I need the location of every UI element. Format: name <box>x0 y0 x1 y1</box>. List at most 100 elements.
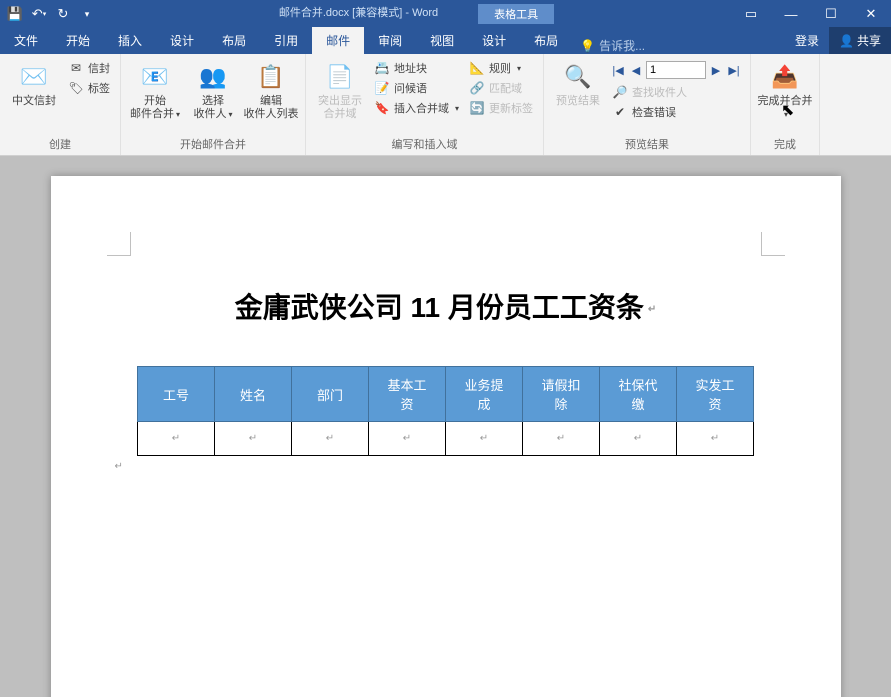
minimize-button[interactable]: — <box>771 0 811 28</box>
table-header[interactable]: 姓名 <box>215 367 292 422</box>
paragraph-mark: ↵ <box>115 461 123 472</box>
finish-icon: 📤 <box>769 61 801 93</box>
record-number-input[interactable] <box>646 61 706 79</box>
envelope-button[interactable]: ✉ 信封 <box>64 59 114 77</box>
group-label-write: 编写和插入域 <box>312 134 537 155</box>
table-header[interactable]: 部门 <box>292 367 369 422</box>
login-button[interactable]: 登录 <box>785 27 829 54</box>
field-icon: 🔖 <box>374 100 390 116</box>
prev-record-button[interactable]: ◀ <box>628 61 644 79</box>
recipients-icon: 👥 <box>197 61 229 93</box>
envelope-icon: ✉️ <box>18 61 50 93</box>
save-button[interactable]: 💾 <box>4 3 26 25</box>
document-title: 邮件合并.docx [兼容模式] - Word <box>279 4 438 24</box>
tell-me-search[interactable]: 💡 告诉我... <box>572 37 653 54</box>
rules-icon: 📐 <box>469 60 485 76</box>
close-button[interactable]: ✕ <box>851 0 891 28</box>
redo-button[interactable]: ↻ <box>52 3 74 25</box>
lightbulb-icon: 💡 <box>580 39 595 53</box>
tab-table-layout[interactable]: 布局 <box>520 27 572 54</box>
share-button[interactable]: 👤 共享 <box>829 27 891 54</box>
group-label-preview: 预览结果 <box>550 134 744 155</box>
last-record-button[interactable]: ▶| <box>726 61 742 79</box>
edit-list-icon: 📋 <box>255 61 287 93</box>
tab-insert[interactable]: 插入 <box>104 27 156 54</box>
ribbon-tabs: 文件 开始 插入 设计 布局 引用 邮件 审阅 视图 设计 布局 💡 告诉我..… <box>0 28 891 54</box>
group-write-fields: 📄 突出显示合并域 📇 地址块 📝 问候语 🔖 插入合并域▾ <box>306 54 544 155</box>
tab-table-design[interactable]: 设计 <box>468 27 520 54</box>
table-cell[interactable]: ↵ <box>138 422 215 456</box>
mail-merge-icon: 📧 <box>139 61 171 93</box>
tab-mailings[interactable]: 邮件 <box>312 27 364 54</box>
table-tools-context: 表格工具 <box>478 4 554 24</box>
table-row: ↵ ↵ ↵ ↵ ↵ ↵ ↵ ↵ <box>138 422 754 456</box>
preview-results-button[interactable]: 🔍 预览结果 <box>550 57 606 108</box>
group-finish: 📤 完成并合并▾ 完成 ⬉ <box>751 54 820 155</box>
tab-view[interactable]: 视图 <box>416 27 468 54</box>
group-start-merge: 📧 开始邮件合并▾ 👥 选择收件人▾ 📋 编辑收件人列表 开始邮件合并 <box>121 54 306 155</box>
table-header[interactable]: 请假扣除 <box>523 367 600 422</box>
tab-home[interactable]: 开始 <box>52 27 104 54</box>
table-cell[interactable]: ↵ <box>523 422 600 456</box>
undo-button[interactable]: ↶▾ <box>28 3 50 25</box>
record-navigation: |◀ ◀ ▶ ▶| <box>608 59 744 81</box>
group-label-start: 开始邮件合并 <box>127 134 299 155</box>
greeting-line-button[interactable]: 📝 问候语 <box>370 79 463 97</box>
table-header[interactable]: 实发工资 <box>677 367 754 422</box>
label-icon: 🏷 <box>68 80 84 96</box>
margin-corner-tl <box>107 232 131 256</box>
edit-recipients-button[interactable]: 📋 编辑收件人列表 <box>243 57 299 121</box>
group-label-create: 创建 <box>6 134 114 155</box>
title-bar: 💾 ↶▾ ↻ ▾ 邮件合并.docx [兼容模式] - Word 表格工具 ▭ … <box>0 0 891 28</box>
first-record-button[interactable]: |◀ <box>610 61 626 79</box>
table-header[interactable]: 社保代缴 <box>600 367 677 422</box>
window-controls: ▭ — ☐ ✕ <box>731 0 891 28</box>
table-header[interactable]: 工号 <box>138 367 215 422</box>
insert-merge-field-button[interactable]: 🔖 插入合并域▾ <box>370 99 463 117</box>
match-icon: 🔗 <box>469 80 485 96</box>
tab-references[interactable]: 引用 <box>260 27 312 54</box>
table-cell[interactable]: ↵ <box>215 422 292 456</box>
tab-layout[interactable]: 布局 <box>208 27 260 54</box>
group-label-finish: 完成 <box>757 134 813 155</box>
address-block-button[interactable]: 📇 地址块 <box>370 59 463 77</box>
maximize-button[interactable]: ☐ <box>811 0 851 28</box>
start-mail-merge-button[interactable]: 📧 开始邮件合并▾ <box>127 57 183 121</box>
salary-table[interactable]: 工号 姓名 部门 基本工资 业务提成 请假扣除 社保代缴 实发工资 ↵ ↵ ↵ … <box>137 366 754 456</box>
document-heading: 金庸武侠公司 11 月份员工工资条 <box>111 286 781 326</box>
tab-file[interactable]: 文件 <box>0 27 52 54</box>
table-cell[interactable]: ↵ <box>446 422 523 456</box>
select-recipients-button[interactable]: 👥 选择收件人▾ <box>185 57 241 121</box>
quick-access-toolbar: 💾 ↶▾ ↻ ▾ <box>0 3 102 25</box>
tab-review[interactable]: 审阅 <box>364 27 416 54</box>
check-icon: ✔ <box>612 104 628 120</box>
table-header[interactable]: 业务提成 <box>446 367 523 422</box>
rules-button[interactable]: 📐 规则▾ <box>465 59 537 77</box>
update-labels-button[interactable]: 🔄 更新标签 <box>465 99 537 117</box>
chinese-envelope-button[interactable]: ✉️ 中文信封 <box>6 57 62 108</box>
label-button[interactable]: 🏷 标签 <box>64 79 114 97</box>
document-area[interactable]: 金庸武侠公司 11 月份员工工资条 工号 姓名 部门 基本工资 业务提成 请假扣… <box>0 156 891 697</box>
finish-merge-button[interactable]: 📤 完成并合并▾ <box>757 57 813 121</box>
group-preview: 🔍 预览结果 |◀ ◀ ▶ ▶| 🔎 查找收件人 ✔ 检查错误 <box>544 54 751 155</box>
match-fields-button[interactable]: 🔗 匹配域 <box>465 79 537 97</box>
ribbon-display-options[interactable]: ▭ <box>731 0 771 28</box>
highlight-fields-button[interactable]: 📄 突出显示合并域 <box>312 57 368 121</box>
next-record-button[interactable]: ▶ <box>708 61 724 79</box>
highlight-icon: 📄 <box>324 61 356 93</box>
table-cell[interactable]: ↵ <box>292 422 369 456</box>
table-cell[interactable]: ↵ <box>600 422 677 456</box>
address-icon: 📇 <box>374 60 390 76</box>
check-errors-button[interactable]: ✔ 检查错误 <box>608 103 744 121</box>
person-icon: 👤 <box>839 34 854 48</box>
ribbon: ✉️ 中文信封 ✉ 信封 🏷 标签 创建 📧 开始邮件合并▾ <box>0 54 891 156</box>
tab-design[interactable]: 设计 <box>156 27 208 54</box>
table-cell[interactable]: ↵ <box>369 422 446 456</box>
qat-customize[interactable]: ▾ <box>76 3 98 25</box>
greeting-icon: 📝 <box>374 80 390 96</box>
find-recipient-button[interactable]: 🔎 查找收件人 <box>608 83 744 101</box>
page: 金庸武侠公司 11 月份员工工资条 工号 姓名 部门 基本工资 业务提成 请假扣… <box>51 176 841 697</box>
table-cell[interactable]: ↵ <box>677 422 754 456</box>
table-header[interactable]: 基本工资 <box>369 367 446 422</box>
update-icon: 🔄 <box>469 100 485 116</box>
